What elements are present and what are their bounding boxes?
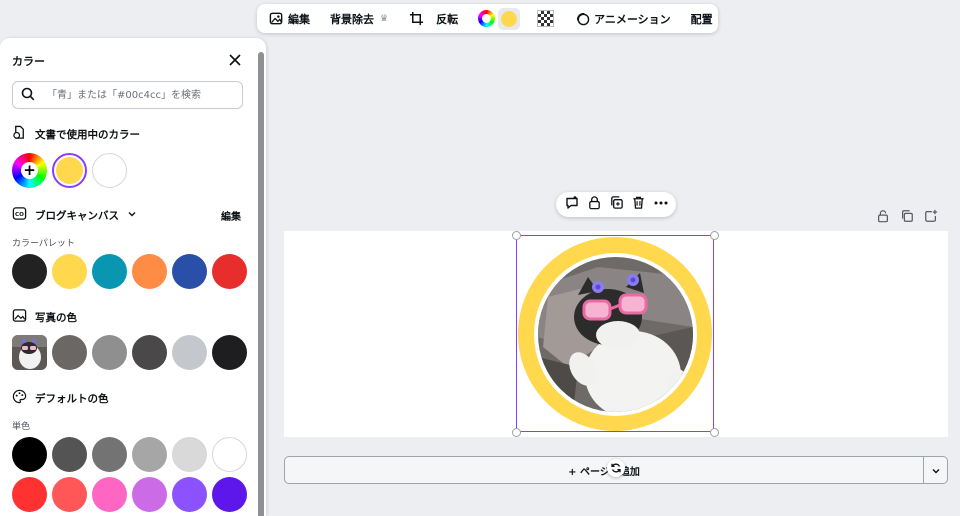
flip-label: 反転: [436, 12, 459, 26]
current-color-button[interactable]: [498, 7, 521, 30]
default-colors-title: デフォルトの色: [35, 392, 109, 405]
top-toolbar: 編集 背景除去 ♛ 反転 アニメーション 配置: [257, 4, 718, 33]
color-picker-button[interactable]: [475, 8, 498, 30]
color-search: [12, 81, 243, 109]
arrange-label: 配置: [690, 12, 713, 26]
default-swatch-orchid[interactable]: [132, 477, 167, 512]
palette-doc-icon: [12, 125, 27, 143]
lock-icon[interactable]: [587, 195, 602, 214]
add-color-button[interactable]: [12, 153, 47, 188]
animation-icon: [574, 11, 590, 27]
resize-handle-top-right[interactable]: [710, 231, 719, 240]
rotate-icon: [610, 459, 622, 478]
default-colors-row-2: [12, 477, 247, 512]
transparency-icon: [537, 10, 555, 27]
default-swatch-lighter-gray[interactable]: [172, 437, 207, 472]
comment-icon[interactable]: [564, 195, 580, 215]
default-swatch-coral[interactable]: [52, 477, 87, 512]
doc-swatch-white[interactable]: [92, 153, 127, 188]
add-page-button[interactable]: + ページを追加: [284, 456, 924, 484]
page-actions: [876, 208, 938, 227]
image-edit-icon: [268, 11, 284, 27]
default-swatch-dark-gray[interactable]: [52, 437, 87, 472]
photo-colors-title: 写真の色: [35, 311, 77, 324]
photo-swatch-2[interactable]: [92, 335, 127, 370]
bg-remove-button[interactable]: 背景除去 ♛: [327, 8, 391, 30]
close-icon[interactable]: [226, 51, 244, 69]
palette-icon: [12, 389, 27, 407]
default-swatch-white[interactable]: [212, 437, 247, 472]
crop-icon: [408, 11, 424, 27]
doc-colors-row: [12, 153, 127, 188]
animation-label: アニメーション: [594, 12, 671, 26]
resize-handle-bottom-right[interactable]: [710, 428, 719, 437]
bg-remove-label: 背景除去: [330, 12, 374, 26]
brand-swatch-yellow[interactable]: [52, 254, 87, 289]
svg-text:CO: CO: [15, 212, 24, 218]
brand-swatch-teal[interactable]: [92, 254, 127, 289]
more-options-icon[interactable]: [653, 195, 669, 215]
element-toolbar: [556, 192, 676, 217]
panel-title: カラー: [12, 55, 45, 68]
brand-kit-icon: CO: [12, 206, 27, 224]
photo-thumbnail: [12, 335, 47, 370]
crown-icon: ♛: [380, 13, 389, 24]
color-panel: カラー 文書で使用中のカラー CO ブログキャンバス 編集 カラーパレット: [0, 38, 266, 516]
transparency-button[interactable]: [534, 8, 557, 30]
mono-label: 単色: [12, 422, 31, 432]
resize-handle-top-left[interactable]: [512, 231, 521, 240]
trash-icon[interactable]: [631, 195, 646, 214]
duplicate-icon[interactable]: [609, 195, 624, 214]
default-swatch-red[interactable]: [12, 477, 47, 512]
photo-colors-row: [12, 335, 247, 370]
page-lock-icon[interactable]: [876, 208, 890, 227]
search-icon: [21, 86, 35, 105]
selection-box: [516, 235, 714, 432]
page-duplicate-icon[interactable]: [900, 208, 914, 227]
page-add-icon[interactable]: [924, 208, 938, 227]
rotate-handle[interactable]: [607, 459, 625, 477]
brand-palette-row: [12, 254, 247, 289]
add-page-label: + ページを追加: [568, 466, 640, 478]
resize-handle-bottom-left[interactable]: [512, 428, 521, 437]
default-colors-row-1: [12, 437, 247, 472]
crop-button[interactable]: [405, 8, 427, 30]
brand-swatch-orange[interactable]: [132, 254, 167, 289]
photo-colors-header: 写真の色: [12, 308, 77, 326]
flip-button[interactable]: 反転: [433, 8, 461, 30]
edit-label: 編集: [288, 12, 310, 26]
default-swatch-gray[interactable]: [92, 437, 127, 472]
edit-image-button[interactable]: 編集: [265, 8, 313, 30]
yellow-color-swatch: [498, 7, 521, 30]
brand-swatch-red[interactable]: [212, 254, 247, 289]
brand-kit-title: ブログキャンバス: [35, 209, 119, 222]
brand-swatch-black[interactable]: [12, 254, 47, 289]
brand-kit-edit-link[interactable]: 編集: [221, 208, 241, 223]
doc-colors-title: 文書で使用中のカラー: [35, 128, 140, 141]
doc-swatch-yellow[interactable]: [52, 153, 87, 188]
doc-colors-header: 文書で使用中のカラー: [12, 125, 140, 143]
arrange-button[interactable]: 配置: [688, 8, 716, 30]
photo-swatch-1[interactable]: [52, 335, 87, 370]
palette-label: カラーパレット: [12, 239, 75, 249]
default-swatch-black[interactable]: [12, 437, 47, 472]
default-swatch-pink[interactable]: [92, 477, 127, 512]
photo-swatch-4[interactable]: [172, 335, 207, 370]
default-swatch-purple[interactable]: [212, 477, 247, 512]
chevron-down-icon: [931, 461, 941, 480]
brand-kit-header[interactable]: CO ブログキャンバス: [12, 206, 137, 224]
photo-swatch-5[interactable]: [212, 335, 247, 370]
chevron-down-icon: [127, 209, 137, 222]
add-page-options-button[interactable]: [923, 456, 948, 484]
rainbow-color-icon: [478, 10, 496, 27]
photo-swatch-3[interactable]: [132, 335, 167, 370]
default-swatch-light-gray[interactable]: [132, 437, 167, 472]
search-input[interactable]: [45, 88, 239, 102]
animate-button[interactable]: アニメーション: [571, 8, 674, 30]
default-swatch-violet[interactable]: [172, 477, 207, 512]
panel-scrollbar[interactable]: [258, 52, 264, 516]
default-colors-header: デフォルトの色: [12, 389, 109, 407]
image-icon: [12, 308, 27, 326]
brand-swatch-blue[interactable]: [172, 254, 207, 289]
